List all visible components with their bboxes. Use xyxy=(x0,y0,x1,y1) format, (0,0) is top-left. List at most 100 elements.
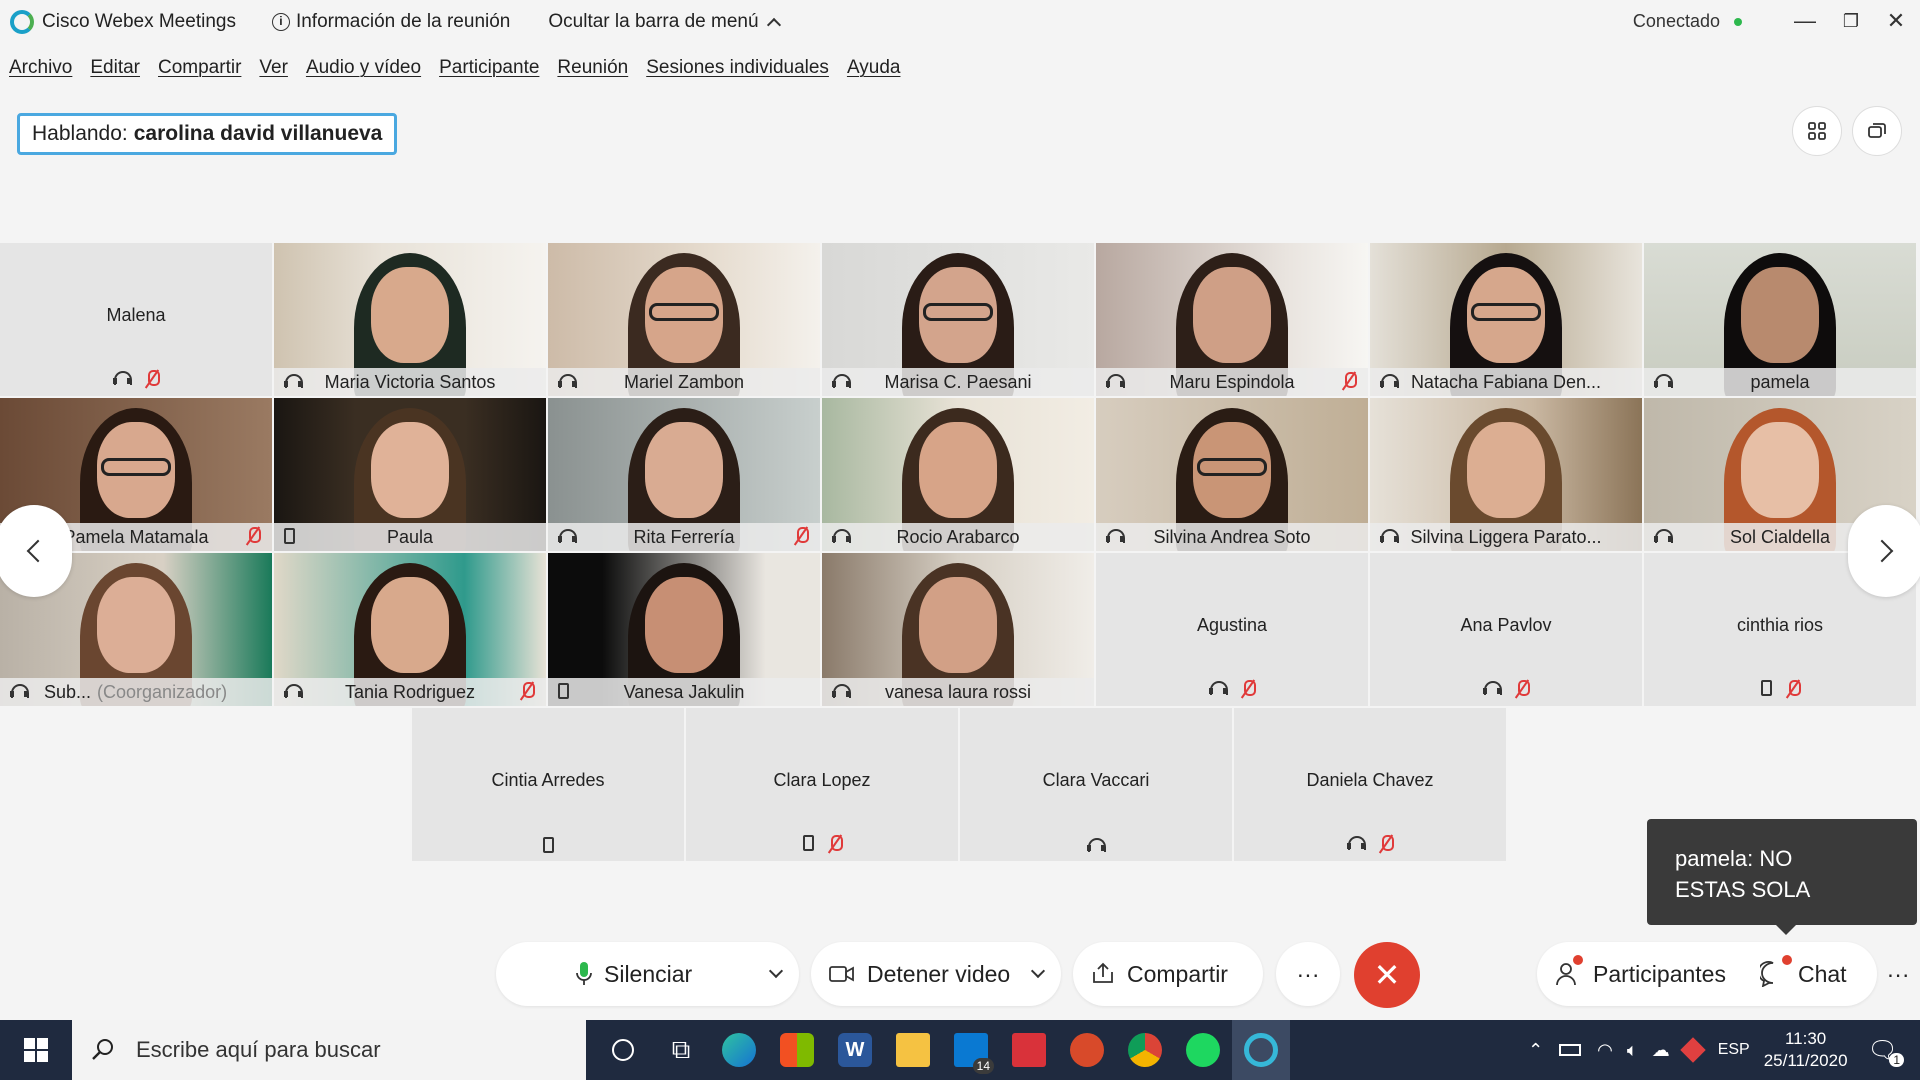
video-camera-icon xyxy=(829,966,854,982)
participant-video-tile[interactable]: Rita Ferrería xyxy=(548,398,820,551)
right-more-button[interactable]: ··· xyxy=(1887,961,1910,988)
spotify-button[interactable] xyxy=(1174,1020,1232,1080)
edge-button[interactable] xyxy=(710,1020,768,1080)
video-glasses xyxy=(1197,458,1267,476)
participant-video-tile[interactable]: Rocio Arabarco xyxy=(822,398,1094,551)
menu-reunion[interactable]: Reunión xyxy=(557,57,628,79)
menu-audio-video[interactable]: Audio y vídeo xyxy=(306,57,421,79)
participant-video-tile[interactable]: pamela xyxy=(1644,243,1916,396)
next-page-button[interactable] xyxy=(1848,505,1920,597)
participant-video-tile[interactable]: Maru Espindola xyxy=(1096,243,1368,396)
participant-video-tile[interactable]: Marisa C. Paesani xyxy=(822,243,1094,396)
app-icon xyxy=(1070,1033,1104,1067)
clock[interactable]: 11:30 25/11/2020 xyxy=(1764,1028,1848,1072)
hide-menu-bar-button[interactable]: Ocultar la barra de menú xyxy=(548,11,781,33)
chat-button[interactable]: Chat xyxy=(1759,954,1847,988)
store-button[interactable] xyxy=(768,1020,826,1080)
wifi-icon[interactable]: ◠ xyxy=(1597,1040,1613,1061)
headphone-icon xyxy=(1209,680,1228,696)
stop-video-button[interactable]: Detener video xyxy=(811,942,1061,1006)
chat-notification[interactable]: pamela: NO ESTAS SOLA xyxy=(1647,819,1917,935)
chevron-up-icon[interactable]: ⌃ xyxy=(1528,1040,1543,1061)
clock-time: 11:30 xyxy=(1784,1029,1827,1048)
menu-archivo[interactable]: Archivo xyxy=(9,57,72,79)
participants-button[interactable]: Participantes xyxy=(1555,954,1726,988)
store-icon xyxy=(780,1033,814,1067)
chrome-button[interactable] xyxy=(1116,1020,1174,1080)
participant-tile[interactable]: Cintia Arredes xyxy=(412,708,684,861)
participant-video-tile[interactable]: Vanesa Jakulin xyxy=(548,553,820,706)
chevron-down-icon[interactable] xyxy=(1030,963,1046,979)
participant-name: cinthia rios xyxy=(1736,615,1824,635)
menu-ayuda[interactable]: Ayuda xyxy=(847,57,901,79)
input-language[interactable]: ESP xyxy=(1718,1041,1750,1059)
video-face xyxy=(97,577,175,673)
phone-icon xyxy=(284,528,295,544)
search-icon xyxy=(92,1039,113,1060)
participant-video-tile[interactable]: Silvina Liggera Parato... xyxy=(1370,398,1642,551)
participant-tile[interactable]: Agustina xyxy=(1096,553,1368,706)
start-button[interactable] xyxy=(0,1020,72,1080)
minimize-button[interactable]: — xyxy=(1790,6,1820,36)
spotify-icon xyxy=(1186,1033,1220,1067)
meeting-info-button[interactable]: i Información de la reunión xyxy=(271,11,510,33)
menu-participante[interactable]: Participante xyxy=(439,57,539,79)
mail-button[interactable]: 14 xyxy=(942,1020,1000,1080)
grid-view-button[interactable] xyxy=(1792,106,1842,156)
connection-status: Conectado xyxy=(1633,11,1742,32)
stop-video-label: Detener video xyxy=(867,960,1011,987)
participant-tile[interactable]: Daniela Chavez xyxy=(1234,708,1506,861)
participant-video-tile[interactable]: Mariel Zambon xyxy=(548,243,820,396)
end-meeting-button[interactable]: ✕ xyxy=(1354,942,1420,1008)
participant-video-tile[interactable]: Natacha Fabiana Den... xyxy=(1370,243,1642,396)
menu-editar[interactable]: Editar xyxy=(90,57,140,79)
participant-tile[interactable]: Clara Lopez xyxy=(686,708,958,861)
chat-bubble-icon xyxy=(1759,961,1774,987)
pop-out-button[interactable] xyxy=(1852,106,1902,156)
share-label: Compartir xyxy=(1127,960,1228,987)
battery-icon[interactable] xyxy=(1559,1044,1582,1056)
participant-video-tile[interactable]: Maria Victoria Santos xyxy=(274,243,546,396)
microphone-icon xyxy=(576,962,592,985)
phone-icon xyxy=(1760,680,1772,696)
participant-video-tile[interactable]: Silvina Andrea Soto xyxy=(1096,398,1368,551)
cloud-icon[interactable]: ☁︎ xyxy=(1652,1040,1670,1061)
file-explorer-button[interactable] xyxy=(884,1020,942,1080)
mic-muted-icon xyxy=(1241,680,1256,698)
menu-sesiones-individuales[interactable]: Sesiones individuales xyxy=(646,57,829,79)
notification-dot-icon xyxy=(1781,954,1792,965)
webex-taskbar-button[interactable] xyxy=(1232,1020,1290,1080)
participant-tile[interactable]: Malena xyxy=(0,243,272,396)
restore-button[interactable]: ❐ xyxy=(1836,6,1866,36)
headphone-icon xyxy=(1087,837,1106,853)
share-button[interactable]: Compartir xyxy=(1073,942,1263,1006)
mail-badge: 14 xyxy=(972,1058,994,1074)
chevron-left-icon xyxy=(26,539,50,563)
participant-tile[interactable]: Clara Vaccari xyxy=(960,708,1232,861)
participant-video-tile[interactable]: Tania Rodriguez xyxy=(274,553,546,706)
video-glasses xyxy=(101,458,171,476)
headphone-icon xyxy=(10,683,29,699)
taskbar-search[interactable]: Escribe aquí para buscar xyxy=(72,1020,586,1080)
headphone-icon xyxy=(832,683,851,699)
participant-name: Silvina Andrea Soto xyxy=(1153,526,1311,547)
action-center-button[interactable]: 🗨︎ 1 xyxy=(1868,1036,1904,1067)
mute-button[interactable]: Silenciar xyxy=(496,942,799,1006)
volume-icon[interactable]: 🔈︎ xyxy=(1627,1040,1638,1061)
app-red-button[interactable] xyxy=(1058,1020,1116,1080)
dropbox-icon[interactable] xyxy=(1679,1037,1706,1063)
chevron-down-icon[interactable] xyxy=(768,963,784,979)
participant-tile[interactable]: Ana Pavlov xyxy=(1370,553,1642,706)
participant-video-tile[interactable]: vanesa laura rossi xyxy=(822,553,1094,706)
close-window-button[interactable]: ✕ xyxy=(1881,6,1911,36)
menu-ver[interactable]: Ver xyxy=(259,57,288,79)
participant-video-tile[interactable]: Paula xyxy=(274,398,546,551)
mic-muted-icon xyxy=(246,527,261,545)
menu-compartir[interactable]: Compartir xyxy=(158,57,241,79)
task-view-button[interactable]: ⧉ xyxy=(652,1020,710,1080)
word-button[interactable]: W xyxy=(826,1020,884,1080)
previous-page-button[interactable] xyxy=(0,505,72,597)
cortana-button[interactable] xyxy=(594,1020,652,1080)
gift-app-button[interactable] xyxy=(1000,1020,1058,1080)
more-options-button[interactable]: ··· xyxy=(1276,942,1340,1006)
